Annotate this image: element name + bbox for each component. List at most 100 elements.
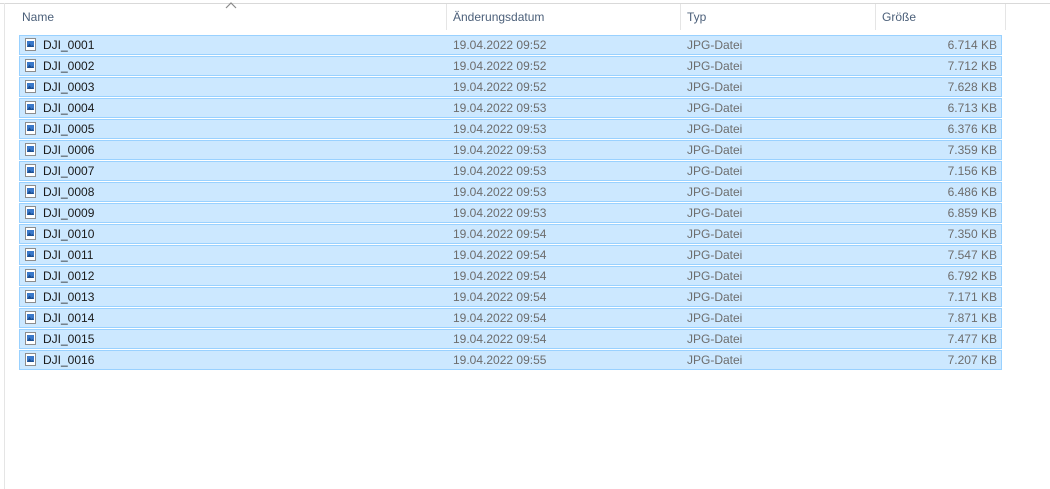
image-file-icon (25, 248, 36, 261)
file-row[interactable]: DJI_0005 19.04.2022 09:53 JPG-Datei 6.37… (19, 119, 1002, 139)
file-size: 6.792 KB (947, 269, 997, 283)
image-file-icon (25, 269, 36, 282)
file-row[interactable]: DJI_0007 19.04.2022 09:53 JPG-Datei 7.15… (19, 161, 1002, 181)
file-type: JPG-Datei (687, 101, 743, 115)
file-size: 7.207 KB (947, 353, 997, 367)
file-name[interactable]: DJI_0002 (43, 57, 94, 75)
column-divider[interactable] (1005, 4, 1006, 30)
file-type: JPG-Datei (687, 122, 743, 136)
image-file-icon (25, 332, 36, 345)
file-date: 19.04.2022 09:54 (453, 227, 547, 241)
image-file-icon (25, 311, 36, 324)
file-row[interactable]: DJI_0001 19.04.2022 09:52 JPG-Datei 6.71… (19, 35, 1002, 55)
column-header-type[interactable]: Typ (681, 4, 876, 30)
file-row[interactable]: DJI_0008 19.04.2022 09:53 JPG-Datei 6.48… (19, 182, 1002, 202)
file-date: 19.04.2022 09:54 (453, 248, 547, 262)
file-name[interactable]: DJI_0005 (43, 120, 94, 138)
file-row[interactable]: DJI_0004 19.04.2022 09:53 JPG-Datei 6.71… (19, 98, 1002, 118)
file-date: 19.04.2022 09:53 (453, 206, 547, 220)
file-size: 7.359 KB (947, 143, 997, 157)
file-list: DJI_0001 19.04.2022 09:52 JPG-Datei 6.71… (19, 35, 1002, 371)
file-name[interactable]: DJI_0016 (43, 351, 94, 369)
file-name[interactable]: DJI_0014 (43, 309, 94, 327)
file-type: JPG-Datei (687, 332, 743, 346)
file-type: JPG-Datei (687, 248, 743, 262)
file-name[interactable]: DJI_0003 (43, 78, 94, 96)
file-type: JPG-Datei (687, 143, 743, 157)
file-size: 7.628 KB (947, 80, 997, 94)
file-row[interactable]: DJI_0010 19.04.2022 09:54 JPG-Datei 7.35… (19, 224, 1002, 244)
column-header-size-label: Größe (882, 10, 917, 24)
file-size: 6.713 KB (947, 101, 997, 115)
file-size: 7.477 KB (947, 332, 997, 346)
column-header-name[interactable]: Name (16, 4, 447, 30)
file-name[interactable]: DJI_0008 (43, 183, 94, 201)
file-name[interactable]: DJI_0015 (43, 330, 94, 348)
file-size: 6.714 KB (947, 38, 997, 52)
file-date: 19.04.2022 09:52 (453, 59, 547, 73)
file-type: JPG-Datei (687, 59, 743, 73)
file-type: JPG-Datei (687, 227, 743, 241)
pane-left-border (4, 3, 5, 489)
file-name[interactable]: DJI_0007 (43, 162, 94, 180)
column-header-size[interactable]: Größe (876, 4, 1006, 30)
file-type: JPG-Datei (687, 80, 743, 94)
file-row[interactable]: DJI_0002 19.04.2022 09:52 JPG-Datei 7.71… (19, 56, 1002, 76)
column-header-name-label: Name (22, 10, 55, 24)
file-name[interactable]: DJI_0013 (43, 288, 94, 306)
file-row[interactable]: DJI_0009 19.04.2022 09:53 JPG-Datei 6.85… (19, 203, 1002, 223)
file-date: 19.04.2022 09:55 (453, 353, 547, 367)
file-date: 19.04.2022 09:52 (453, 80, 547, 94)
file-date: 19.04.2022 09:53 (453, 143, 547, 157)
file-row[interactable]: DJI_0014 19.04.2022 09:54 JPG-Datei 7.87… (19, 308, 1002, 328)
file-date: 19.04.2022 09:52 (453, 38, 547, 52)
file-date: 19.04.2022 09:53 (453, 185, 547, 199)
image-file-icon (25, 164, 36, 177)
image-file-icon (25, 38, 36, 51)
image-file-icon (25, 59, 36, 72)
file-type: JPG-Datei (687, 206, 743, 220)
file-row[interactable]: DJI_0006 19.04.2022 09:53 JPG-Datei 7.35… (19, 140, 1002, 160)
file-type: JPG-Datei (687, 311, 743, 325)
file-size: 6.376 KB (947, 122, 997, 136)
file-name[interactable]: DJI_0004 (43, 99, 94, 117)
image-file-icon (25, 122, 36, 135)
file-size: 6.859 KB (947, 206, 997, 220)
file-date: 19.04.2022 09:54 (453, 311, 547, 325)
image-file-icon (25, 80, 36, 93)
file-row[interactable]: DJI_0011 19.04.2022 09:54 JPG-Datei 7.54… (19, 245, 1002, 265)
image-file-icon (25, 353, 36, 366)
file-name[interactable]: DJI_0011 (43, 246, 93, 264)
column-header-type-label: Typ (687, 10, 707, 24)
file-row[interactable]: DJI_0016 19.04.2022 09:55 JPG-Datei 7.20… (19, 350, 1002, 370)
file-date: 19.04.2022 09:53 (453, 122, 547, 136)
file-type: JPG-Datei (687, 353, 743, 367)
file-type: JPG-Datei (687, 269, 743, 283)
file-size: 7.350 KB (947, 227, 997, 241)
file-name[interactable]: DJI_0006 (43, 141, 94, 159)
file-row[interactable]: DJI_0012 19.04.2022 09:54 JPG-Datei 6.79… (19, 266, 1002, 286)
image-file-icon (25, 227, 36, 240)
image-file-icon (25, 101, 36, 114)
file-type: JPG-Datei (687, 290, 743, 304)
file-date: 19.04.2022 09:53 (453, 164, 547, 178)
file-type: JPG-Datei (687, 38, 743, 52)
file-size: 7.871 KB (947, 311, 997, 325)
file-name[interactable]: DJI_0001 (43, 36, 94, 54)
file-date: 19.04.2022 09:54 (453, 269, 547, 283)
file-name[interactable]: DJI_0010 (43, 225, 94, 243)
image-file-icon (25, 185, 36, 198)
file-date: 19.04.2022 09:54 (453, 290, 547, 304)
file-date: 19.04.2022 09:54 (453, 332, 547, 346)
file-date: 19.04.2022 09:53 (453, 101, 547, 115)
column-header-date-label: Änderungsdatum (453, 10, 545, 24)
file-size: 7.171 KB (947, 290, 997, 304)
image-file-icon (25, 143, 36, 156)
file-size: 7.712 KB (947, 59, 997, 73)
file-row[interactable]: DJI_0013 19.04.2022 09:54 JPG-Datei 7.17… (19, 287, 1002, 307)
file-row[interactable]: DJI_0015 19.04.2022 09:54 JPG-Datei 7.47… (19, 329, 1002, 349)
file-row[interactable]: DJI_0003 19.04.2022 09:52 JPG-Datei 7.62… (19, 77, 1002, 97)
file-name[interactable]: DJI_0009 (43, 204, 94, 222)
file-name[interactable]: DJI_0012 (43, 267, 94, 285)
column-header-date[interactable]: Änderungsdatum (447, 4, 681, 30)
